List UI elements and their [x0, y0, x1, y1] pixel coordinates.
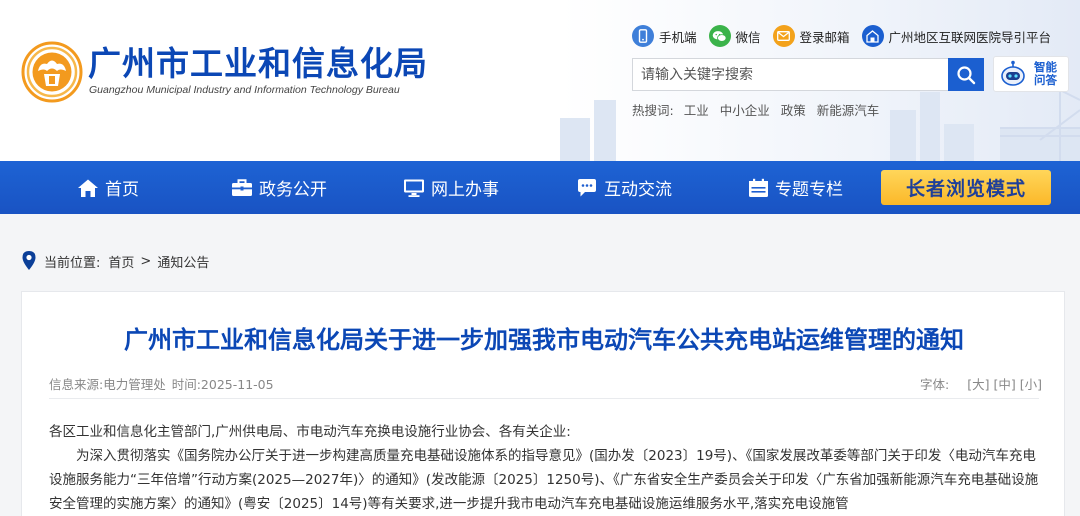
- quick-link-label: 广州地区互联网医院导引平台: [888, 29, 1052, 45]
- breadcrumb: 当前位置: 首页 > 通知公告: [21, 250, 209, 272]
- article-paragraph-1: 为深入贯彻落实《国务院办公厅关于进一步构建高质量充电基础设施体系的指导意见》(国…: [49, 448, 1039, 512]
- hot-search-item-industry[interactable]: 工业: [684, 100, 709, 119]
- quick-link-hospital[interactable]: 广州地区互联网医院导引平台: [861, 25, 1052, 47]
- mobile-icon: [632, 25, 654, 47]
- calendar-icon: [747, 177, 769, 199]
- home-icon: [77, 177, 99, 199]
- article-divider: [49, 398, 1039, 399]
- nav-item-online-services[interactable]: 网上办事: [403, 161, 499, 214]
- search-button[interactable]: [948, 58, 984, 91]
- nav-item-label: 互动交流: [604, 180, 672, 200]
- article-meta: 信息来源:电力管理处 时间:2025-11-05: [49, 374, 280, 393]
- hospital-icon: [861, 25, 884, 47]
- font-size-medium-button[interactable]: [中]: [993, 374, 1015, 393]
- quick-link-label: 登录邮箱: [799, 29, 850, 45]
- site-header: 广州市工业和信息化局 Guangzhou Municipal Industry …: [0, 0, 1080, 161]
- search-box: [632, 58, 984, 91]
- quick-link-wechat[interactable]: 微信: [708, 25, 761, 47]
- nav-item-special-topics[interactable]: 专题专栏: [747, 161, 843, 214]
- article-source: 信息来源:电力管理处: [49, 377, 166, 392]
- font-size-large-button[interactable]: [大]: [967, 374, 989, 393]
- breadcrumb-current-link[interactable]: 通知公告: [157, 252, 209, 271]
- monitor-icon: [403, 177, 425, 199]
- hot-search-bar: 热搜词: 工业 中小企业 政策 新能源汽车: [632, 100, 890, 119]
- nav-item-interaction[interactable]: 互动交流: [576, 161, 672, 214]
- font-size-control: 字体: [大] [中] [小]: [920, 374, 1042, 393]
- site-subtitle: Guangzhou Municipal Industry and Informa…: [89, 84, 400, 96]
- site-title: 广州市工业和信息化局: [88, 44, 428, 83]
- nav-item-label: 专题专栏: [775, 180, 843, 200]
- nav-item-label: 政务公开: [259, 180, 327, 200]
- hot-search-item-policy[interactable]: 政策: [781, 100, 806, 119]
- nav-item-label: 网上办事: [431, 180, 499, 200]
- hot-search-item-nev[interactable]: 新能源汽车: [817, 100, 880, 119]
- breadcrumb-separator: >: [140, 253, 152, 269]
- quick-link-label: 微信: [735, 29, 761, 45]
- breadcrumb-label: 当前位置:: [44, 255, 101, 271]
- article-body: 各区工业和信息化主管部门,广州供电局、市电动汽车充换电设施行业协会、各有关企业:…: [49, 420, 1041, 516]
- article-panel: 广州市工业和信息化局关于进一步加强我市电动汽车公共充电站运维管理的通知 信息来源…: [21, 291, 1065, 516]
- elder-mode-button[interactable]: 长者浏览模式: [881, 170, 1051, 205]
- search-icon: [957, 65, 976, 84]
- nav-item-home[interactable]: 首页: [77, 161, 139, 214]
- quick-link-label: 手机端: [659, 29, 697, 45]
- wechat-icon: [708, 25, 731, 47]
- quick-link-mail[interactable]: 登录邮箱: [772, 25, 850, 47]
- bureau-emblem-logo: [21, 41, 83, 103]
- location-pin-icon: [22, 251, 36, 270]
- mail-icon: [772, 25, 795, 47]
- elder-mode-label: 长者浏览模式: [905, 178, 1026, 200]
- article-time: 时间:2025-11-05: [171, 377, 274, 392]
- chat-icon: [576, 177, 598, 199]
- breadcrumb-home-link[interactable]: 首页: [108, 252, 134, 271]
- quick-link-mobile[interactable]: 手机端: [632, 25, 697, 47]
- hot-search-label: 热搜词:: [632, 103, 674, 118]
- article-paragraph-salutation: 各区工业和信息化主管部门,广州供电局、市电动汽车充换电设施行业协会、各有关企业:: [49, 424, 571, 440]
- ai-label-line2: 问答: [1034, 73, 1057, 87]
- robot-icon: [1001, 60, 1025, 86]
- font-size-label: 字体:: [919, 377, 950, 392]
- ai-assistant-button[interactable]: 智能 问答: [993, 56, 1069, 92]
- briefcase-icon: [231, 177, 253, 199]
- font-size-small-button[interactable]: [小]: [1020, 374, 1042, 393]
- nav-item-gov-affairs[interactable]: 政务公开: [231, 161, 327, 214]
- hot-search-item-sme[interactable]: 中小企业: [720, 100, 770, 119]
- quick-links-bar: 手机端 微信 登录邮箱 广州地区互联网医院导引平台: [632, 24, 1063, 48]
- article-title: 广州市工业和信息化局关于进一步加强我市电动汽车公共充电站运维管理的通知: [124, 326, 964, 354]
- nav-item-label: 首页: [105, 180, 139, 200]
- search-input[interactable]: [633, 59, 949, 90]
